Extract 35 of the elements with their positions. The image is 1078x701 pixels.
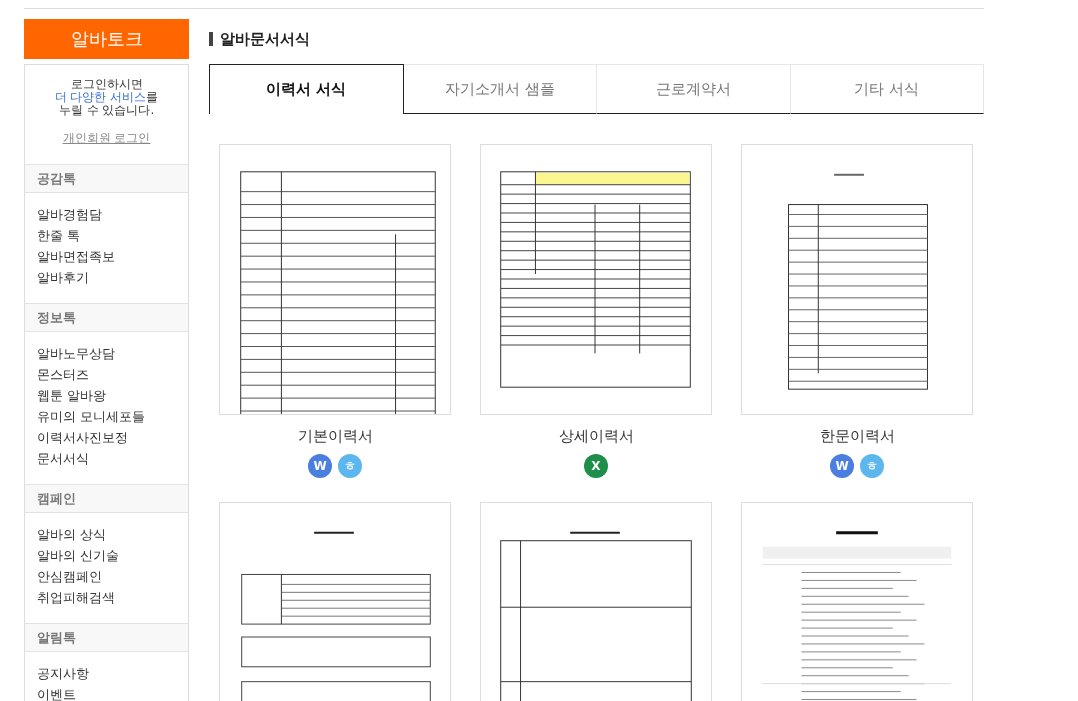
download-button[interactable]: W xyxy=(830,454,854,478)
sidebar-link[interactable]: 알바의 상식 xyxy=(37,524,176,545)
login-message: 로그인하시면 더 다양한 서비스를 누릴 수 있습니다. xyxy=(53,78,160,117)
sidebar-link[interactable]: 문서서식 xyxy=(37,448,176,469)
sidebar-link[interactable]: 알바의 신기술 xyxy=(37,545,176,566)
sidebar-link[interactable]: 알바면접족보 xyxy=(37,246,176,267)
form-title[interactable]: 기본이력서 xyxy=(297,427,373,445)
sidebar-link[interactable]: 한줄 톡 xyxy=(37,225,176,246)
tab[interactable]: 자기소개서 샘플 xyxy=(403,64,597,114)
login-link[interactable]: 개인회원 로그인 xyxy=(62,130,151,147)
sidebar-link[interactable]: 취업피해검색 xyxy=(37,587,176,608)
download-button[interactable]: W xyxy=(308,454,332,478)
sidebar-link[interactable]: 이벤트 xyxy=(37,684,176,701)
tab[interactable]: 근로계약서 xyxy=(597,64,791,114)
sidebar-link[interactable]: 안심캠페인 xyxy=(37,566,176,587)
services-link[interactable]: 더 다양한 서비스 xyxy=(54,90,147,104)
sidebar-link[interactable]: 웹툰 알바왕 xyxy=(37,385,176,406)
form-title[interactable]: 상세이력서 xyxy=(558,427,634,445)
section-header: 알림톡 xyxy=(25,623,188,652)
sidebar-link[interactable]: 공지사항 xyxy=(37,663,176,684)
sidebar-link[interactable]: 몬스터즈 xyxy=(37,364,176,385)
tab[interactable]: 기타 서식 xyxy=(790,64,984,114)
sidebar-link[interactable]: 이력서사진보정 xyxy=(37,427,176,448)
tab[interactable]: 이력서 서식 xyxy=(209,64,404,114)
page-title: 알바문서서식 xyxy=(220,29,310,49)
title-marker xyxy=(209,32,213,46)
sidebar-link[interactable]: 알바노무상담 xyxy=(37,343,176,364)
section-header: 캠페인 xyxy=(25,484,188,513)
sidebar-link[interactable]: 유미의 모니세포들 xyxy=(37,406,176,427)
section-header: 정보톡 xyxy=(25,303,188,332)
section-header: 공감톡 xyxy=(25,164,188,193)
download-button[interactable]: X xyxy=(584,454,608,478)
sidebar-link[interactable]: 알바후기 xyxy=(37,267,176,288)
form-title[interactable]: 한문이력서 xyxy=(819,427,895,445)
sidebar-link[interactable]: 알바경험담 xyxy=(37,204,176,225)
